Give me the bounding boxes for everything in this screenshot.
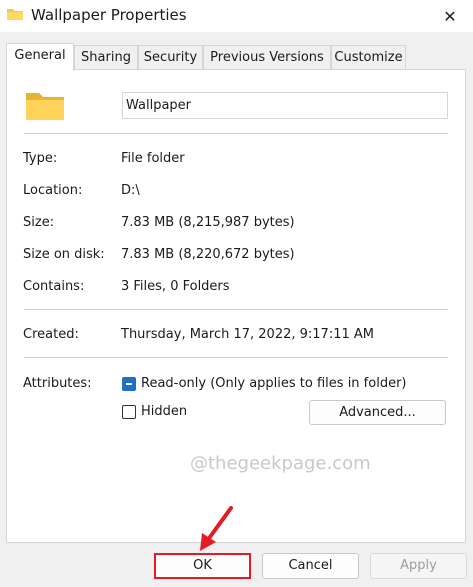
folder-name-input[interactable] <box>122 92 448 119</box>
apply-button[interactable]: Apply <box>370 553 467 579</box>
readonly-checkbox[interactable] <box>122 377 136 391</box>
size-value: 7.83 MB (8,215,987 bytes) <box>121 215 295 230</box>
location-value: D:\ <box>121 183 140 198</box>
window-title: Wallpaper Properties <box>31 6 187 24</box>
properties-dialog: Wallpaper Properties ✕ General Sharing S… <box>0 0 473 587</box>
general-panel: Type: File folder Location: D:\ Size: 7.… <box>6 69 466 543</box>
title-bar: Wallpaper Properties ✕ <box>0 0 473 32</box>
cancel-button[interactable]: Cancel <box>262 553 359 579</box>
size-on-disk-label: Size on disk: <box>23 247 105 262</box>
tab-sharing[interactable]: Sharing <box>74 45 138 69</box>
tab-customize[interactable]: Customize <box>331 45 406 69</box>
hidden-checkbox[interactable] <box>122 405 136 419</box>
divider <box>24 133 448 134</box>
contains-label: Contains: <box>23 279 85 294</box>
created-label: Created: <box>23 327 79 342</box>
attributes-label: Attributes: <box>23 376 92 391</box>
close-icon: ✕ <box>443 6 457 26</box>
type-value: File folder <box>121 151 185 166</box>
watermark-text: @thegeekpage.com <box>190 453 371 474</box>
divider <box>24 357 448 358</box>
close-button[interactable]: ✕ <box>427 0 473 32</box>
folder-icon <box>26 93 64 120</box>
tab-previous-versions[interactable]: Previous Versions <box>203 45 331 69</box>
divider <box>24 309 448 310</box>
folder-icon <box>7 9 23 20</box>
hidden-label[interactable]: Hidden <box>141 403 187 421</box>
readonly-label[interactable]: Read-only (Only applies to files in fold… <box>141 375 406 393</box>
tab-general[interactable]: General <box>6 43 74 71</box>
ok-button[interactable]: OK <box>154 553 251 579</box>
size-label: Size: <box>23 215 55 230</box>
type-label: Type: <box>23 151 58 166</box>
location-label: Location: <box>23 183 83 198</box>
tab-security[interactable]: Security <box>138 45 203 69</box>
arrow-annotation-icon <box>200 506 233 551</box>
advanced-button[interactable]: Advanced... <box>309 400 446 425</box>
size-on-disk-value: 7.83 MB (8,220,672 bytes) <box>121 247 295 262</box>
contains-value: 3 Files, 0 Folders <box>121 279 230 294</box>
created-value: Thursday, March 17, 2022, 9:17:11 AM <box>121 327 374 342</box>
